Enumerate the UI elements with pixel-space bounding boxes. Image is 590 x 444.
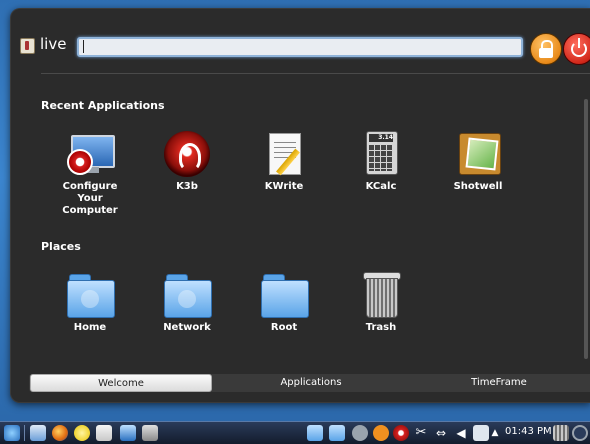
place-trash[interactable]: Trash [341, 272, 421, 334]
app-label: KWrite [264, 181, 304, 192]
mail-icon[interactable] [96, 425, 112, 441]
configure-computer-icon [67, 131, 115, 177]
app-configure-your-computer[interactable]: Configure Your Computer [50, 131, 130, 217]
home-folder-icon [67, 272, 115, 318]
section-title-recent-applications: Recent Applications [41, 99, 165, 112]
divider [41, 73, 590, 74]
section-title-places: Places [41, 240, 81, 253]
clock[interactable]: 01:43 PM [505, 426, 552, 437]
usb-icon[interactable]: ⇔ [433, 425, 449, 441]
place-home[interactable]: Home [50, 272, 130, 334]
place-label: Home [73, 322, 107, 333]
lock-screen-button[interactable] [530, 33, 562, 65]
place-network[interactable]: Network [147, 272, 227, 334]
menu-icon[interactable] [4, 425, 20, 441]
software-icon[interactable] [142, 425, 158, 441]
files-icon[interactable] [30, 425, 46, 441]
power-button[interactable] [563, 33, 590, 65]
app-label: Shotwell [453, 181, 503, 192]
folder-icon[interactable] [329, 425, 345, 441]
up-arrow-icon[interactable]: ▲ [490, 425, 500, 441]
taskbar-separator [24, 425, 25, 441]
shotwell-icon [455, 131, 501, 177]
search-input[interactable] [77, 37, 523, 57]
launcher-tabs: Welcome Applications TimeFrame [29, 374, 590, 392]
scissors-icon[interactable]: ✂ [413, 425, 429, 441]
kcalc-icon: 3.14 [358, 131, 404, 177]
media-player-icon[interactable] [120, 425, 136, 441]
lock-icon-body [539, 48, 553, 58]
firefox-icon[interactable] [52, 425, 68, 441]
user-icon [20, 38, 35, 54]
app-label: K3b [176, 181, 198, 192]
text-caret [83, 40, 84, 53]
help-icon[interactable] [373, 425, 389, 441]
app-label: KCalc [365, 181, 397, 192]
chat-icon[interactable] [74, 425, 90, 441]
application-launcher: live Recent Applications Configure Your … [10, 8, 590, 403]
place-label: Trash [365, 322, 397, 333]
trash-icon[interactable] [553, 425, 569, 441]
folder-icon[interactable] [307, 425, 323, 441]
app-k3b[interactable]: K3b [147, 131, 227, 193]
volume-icon[interactable]: ◀ [453, 425, 469, 441]
k3b-tray-icon[interactable] [393, 425, 409, 441]
search-row: live [11, 33, 590, 73]
place-label: Root [270, 322, 298, 333]
app-shotwell[interactable]: Shotwell [438, 131, 518, 193]
kcalc-screen-text: 3.14 [369, 134, 393, 142]
tab-welcome[interactable]: Welcome [30, 374, 212, 392]
kwrite-icon [261, 131, 307, 177]
trash-icon [358, 272, 404, 318]
scrollbar[interactable] [584, 99, 588, 359]
tab-applications[interactable]: Applications [221, 374, 401, 392]
place-root[interactable]: Root [244, 272, 324, 334]
network-folder-icon [164, 272, 212, 318]
app-kwrite[interactable]: KWrite [244, 131, 324, 193]
tab-timeframe[interactable]: TimeFrame [409, 374, 589, 392]
app-label: Configure Your Computer [62, 181, 118, 216]
info-icon[interactable] [352, 425, 368, 441]
app-kcalc[interactable]: 3.14 KCalc [341, 131, 421, 193]
place-label: Network [163, 322, 211, 333]
taskbar: ✂ ⇔ ◀ ▲ 01:43 PM [0, 421, 590, 444]
network-icon[interactable] [473, 425, 489, 441]
moon-icon[interactable] [572, 425, 588, 441]
username: live [40, 35, 67, 53]
k3b-icon [164, 131, 210, 177]
root-folder-icon [261, 272, 309, 318]
